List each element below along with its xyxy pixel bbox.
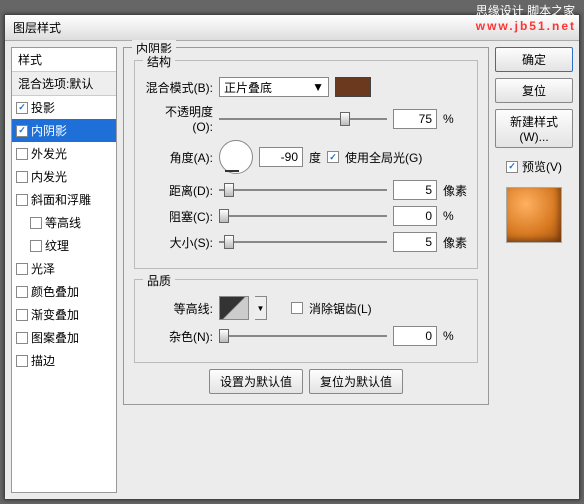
sidebar-item-0[interactable]: 投影 xyxy=(12,96,116,119)
sidebar-item-10[interactable]: 图案叠加 xyxy=(12,326,116,349)
styles-sidebar: 样式 混合选项:默认 投影内阴影外发光内发光斜面和浮雕等高线纹理光泽颜色叠加渐变… xyxy=(11,47,117,493)
quality-group: 品质 等高线: ▼ 消除锯齿(L) 杂色(N): 0 % xyxy=(134,279,478,363)
sidebar-checkbox[interactable] xyxy=(16,309,28,321)
chevron-down-icon: ▼ xyxy=(312,80,324,94)
sidebar-item-label: 内阴影 xyxy=(31,122,67,139)
ok-button[interactable]: 确定 xyxy=(495,47,573,72)
sidebar-checkbox[interactable] xyxy=(16,355,28,367)
angle-dial[interactable] xyxy=(219,140,253,174)
window-title: 图层样式 xyxy=(13,19,61,36)
sidebar-checkbox[interactable] xyxy=(16,148,28,160)
opacity-input[interactable]: 75 xyxy=(393,109,437,129)
sidebar-checkbox[interactable] xyxy=(30,240,42,252)
effect-panel: 内阴影 结构 混合模式(B): 正片叠底▼ 不透明度(O): 75 % 角度(A… xyxy=(123,47,489,405)
sidebar-item-label: 斜面和浮雕 xyxy=(31,191,91,208)
quality-legend: 品质 xyxy=(143,272,175,289)
preview-checkbox[interactable] xyxy=(506,161,518,173)
sidebar-item-label: 外发光 xyxy=(31,145,67,162)
layer-style-dialog: 图层样式 样式 混合选项:默认 投影内阴影外发光内发光斜面和浮雕等高线纹理光泽颜… xyxy=(4,14,580,500)
size-input[interactable]: 5 xyxy=(393,232,437,252)
noise-input[interactable]: 0 xyxy=(393,326,437,346)
reset-default-button[interactable]: 复位为默认值 xyxy=(309,369,403,394)
sidebar-item-label: 描边 xyxy=(31,352,55,369)
new-style-button[interactable]: 新建样式(W)... xyxy=(495,109,573,148)
blend-mode-select[interactable]: 正片叠底▼ xyxy=(219,77,329,97)
sidebar-checkbox[interactable] xyxy=(16,286,28,298)
opacity-slider[interactable] xyxy=(219,111,387,127)
sidebar-item-4[interactable]: 斜面和浮雕 xyxy=(12,188,116,211)
antialias-label: 消除锯齿(L) xyxy=(309,300,372,317)
sidebar-item-label: 等高线 xyxy=(45,214,81,231)
distance-slider[interactable] xyxy=(219,182,387,198)
contour-picker[interactable] xyxy=(219,296,249,320)
sidebar-checkbox[interactable] xyxy=(16,125,28,137)
sidebar-header[interactable]: 样式 xyxy=(12,48,116,72)
angle-input[interactable]: -90 xyxy=(259,147,303,167)
size-slider[interactable] xyxy=(219,234,387,250)
sidebar-item-2[interactable]: 外发光 xyxy=(12,142,116,165)
noise-slider[interactable] xyxy=(219,328,387,344)
sidebar-item-8[interactable]: 颜色叠加 xyxy=(12,280,116,303)
shadow-color-swatch[interactable] xyxy=(335,77,371,97)
sidebar-item-5[interactable]: 等高线 xyxy=(12,211,116,234)
opacity-label: 不透明度(O): xyxy=(145,103,213,134)
sidebar-item-11[interactable]: 描边 xyxy=(12,349,116,372)
size-label: 大小(S): xyxy=(145,234,213,251)
angle-label: 角度(A): xyxy=(145,149,213,166)
sidebar-item-6[interactable]: 纹理 xyxy=(12,234,116,257)
structure-group: 结构 混合模式(B): 正片叠底▼ 不透明度(O): 75 % 角度(A): -… xyxy=(134,60,478,269)
blend-mode-label: 混合模式(B): xyxy=(145,79,213,96)
noise-label: 杂色(N): xyxy=(145,328,213,345)
cancel-button[interactable]: 复位 xyxy=(495,78,573,103)
sidebar-checkbox[interactable] xyxy=(16,102,28,114)
choke-input[interactable]: 0 xyxy=(393,206,437,226)
main-panel: 内阴影 结构 混合模式(B): 正片叠底▼ 不透明度(O): 75 % 角度(A… xyxy=(123,47,489,493)
sidebar-checkbox[interactable] xyxy=(16,332,28,344)
contour-dropdown[interactable]: ▼ xyxy=(255,296,267,320)
sidebar-item-3[interactable]: 内发光 xyxy=(12,165,116,188)
sidebar-checkbox[interactable] xyxy=(16,263,28,275)
sidebar-item-label: 投影 xyxy=(31,99,55,116)
global-light-label: 使用全局光(G) xyxy=(345,149,422,166)
structure-legend: 结构 xyxy=(143,53,175,70)
sidebar-checkbox[interactable] xyxy=(16,171,28,183)
sidebar-item-9[interactable]: 渐变叠加 xyxy=(12,303,116,326)
preview-swatch xyxy=(506,187,562,243)
sidebar-item-label: 图案叠加 xyxy=(31,329,79,346)
sidebar-item-1[interactable]: 内阴影 xyxy=(12,119,116,142)
global-light-checkbox[interactable] xyxy=(327,151,339,163)
sidebar-item-label: 纹理 xyxy=(45,237,69,254)
sidebar-item-label: 渐变叠加 xyxy=(31,306,79,323)
make-default-button[interactable]: 设置为默认值 xyxy=(209,369,303,394)
preview-label: 预览(V) xyxy=(522,158,562,175)
sidebar-item-label: 光泽 xyxy=(31,260,55,277)
sidebar-blend-options[interactable]: 混合选项:默认 xyxy=(12,72,116,96)
choke-label: 阻塞(C): xyxy=(145,208,213,225)
right-column: 确定 复位 新建样式(W)... 预览(V) xyxy=(495,47,573,493)
sidebar-item-label: 颜色叠加 xyxy=(31,283,79,300)
antialias-checkbox[interactable] xyxy=(291,302,303,314)
contour-label: 等高线: xyxy=(145,300,213,317)
distance-input[interactable]: 5 xyxy=(393,180,437,200)
sidebar-checkbox[interactable] xyxy=(30,217,42,229)
watermark: 思缘设计 脚本之家 www.jb51.net xyxy=(476,2,576,33)
choke-slider[interactable] xyxy=(219,208,387,224)
distance-label: 距离(D): xyxy=(145,182,213,199)
sidebar-checkbox[interactable] xyxy=(16,194,28,206)
sidebar-item-label: 内发光 xyxy=(31,168,67,185)
sidebar-item-7[interactable]: 光泽 xyxy=(12,257,116,280)
